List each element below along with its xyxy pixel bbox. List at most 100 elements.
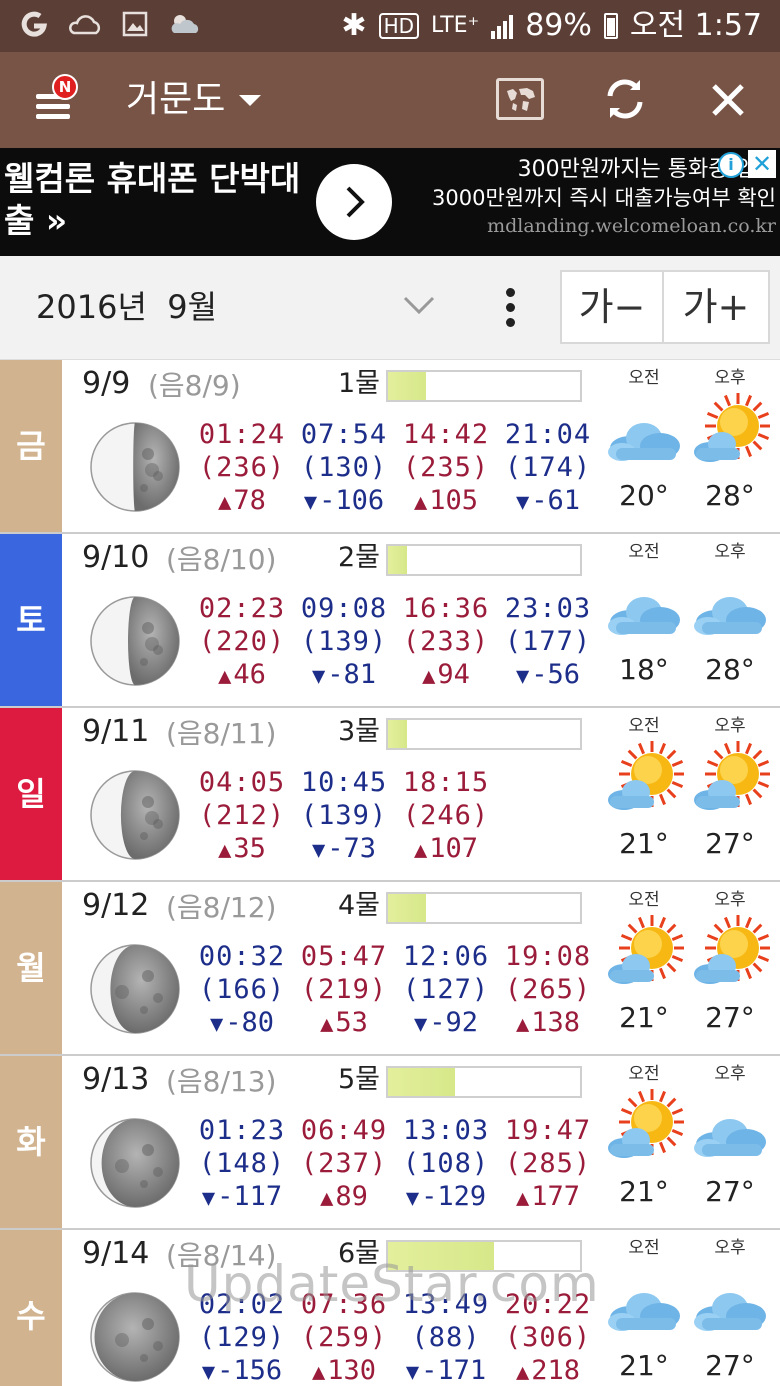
tide-difference: ▼-61: [498, 484, 598, 519]
pm-temperature: 27°: [705, 1175, 755, 1208]
font-decrease-button[interactable]: 가−: [560, 270, 664, 344]
high-tide: 04:05 (212) ▲35: [192, 766, 292, 867]
day-row[interactable]: 월 9/12 (음8/12) 4물 00:32 (166) ▼-80 05:47 (219) ▲5…: [0, 882, 780, 1056]
battery-percent: 89%: [525, 8, 592, 43]
day-of-week: 월: [0, 882, 62, 1054]
solar-date: 9/9: [82, 366, 131, 401]
tide-strength-fill: [388, 894, 427, 922]
refresh-button[interactable]: [600, 74, 650, 124]
low-tide: 09:08 (139) ▼-81: [294, 592, 394, 693]
pm-label: 오후: [714, 1238, 746, 1258]
tide-difference: ▼-80: [192, 1006, 292, 1041]
triangle-down-icon: ▼: [201, 1186, 216, 1211]
triangle-up-icon: ▲: [515, 1186, 530, 1211]
tide-difference: ▲177: [498, 1180, 598, 1215]
lunar-date: (음8/9): [148, 369, 241, 402]
tide-height: (237): [300, 1148, 388, 1179]
cloudy-icon: [688, 566, 770, 648]
tide-strength-bar: [386, 1240, 582, 1272]
low-tide: 13:03 (108) ▼-129: [396, 1114, 496, 1215]
moon-phase-icon: [88, 594, 182, 688]
high-tide: 19:08 (265) ▲138: [498, 940, 598, 1041]
lunar-date: (음8/10): [166, 543, 277, 576]
location-dropdown[interactable]: 거문도: [126, 78, 262, 122]
more-options-button[interactable]: [498, 286, 524, 330]
tide-height: (88): [411, 1322, 481, 1353]
menu-button[interactable]: N: [30, 74, 80, 126]
tide-difference-value: -156: [217, 1355, 283, 1386]
tide-difference-value: -129: [421, 1181, 487, 1212]
tide-difference-value: 35: [233, 833, 266, 864]
month-label[interactable]: 2016년 9월: [36, 286, 217, 328]
pm-label: 오후: [714, 542, 746, 562]
moon-phase-icon: [88, 768, 182, 862]
tide-difference-value: -106: [319, 485, 385, 516]
font-increase-button[interactable]: 가+: [662, 270, 770, 344]
tide-height: (127): [402, 974, 490, 1005]
notification-icons: [20, 10, 202, 45]
system-status: ✱ HD LTE⁺ 89% 오전 1:57: [341, 6, 762, 46]
map-button[interactable]: [496, 78, 544, 120]
tide-difference-value: 138: [531, 1007, 581, 1038]
ad-info-icon[interactable]: i: [718, 152, 744, 178]
close-button[interactable]: [706, 78, 750, 122]
tide-height: (246): [402, 800, 490, 831]
tide-difference-value: 105: [429, 485, 479, 516]
tide-phase-label: 3물: [338, 716, 381, 747]
tide-strength-bar: [386, 370, 582, 402]
triangle-down-icon: ▼: [515, 490, 530, 515]
low-tide: 21:04 (174) ▼-61: [498, 418, 598, 519]
tide-difference-value: -56: [531, 659, 581, 690]
ad-banner[interactable]: 웰컴론 휴대폰 단박대출 » 300만원까지는 통화중 입금 3000만원까지 …: [0, 148, 780, 256]
pm-label: 오후: [714, 1064, 746, 1084]
tide-difference: ▼-117: [192, 1180, 292, 1215]
triangle-up-icon: ▲: [413, 490, 428, 515]
triangle-up-icon: ▲: [218, 838, 232, 863]
close-icon: [712, 84, 744, 116]
tide-difference: ▼-56: [498, 658, 598, 693]
tide-strength-bar: [386, 1066, 582, 1098]
tide-phase-label: 2물: [338, 542, 381, 573]
day-row[interactable]: 화 9/13 (음8/13) 5물 01:23 (148) ▼-117 06:49 (237) ▲…: [0, 1056, 780, 1230]
solar-date: 9/12: [82, 888, 150, 923]
pm-temperature: 27°: [705, 827, 755, 860]
tide-time: 18:15: [402, 767, 490, 798]
triangle-down-icon: ▼: [311, 838, 326, 863]
day-row[interactable]: 일 9/11 (음8/11) 3물 04:05 (212) ▲35 10:45 (139) ▼-7…: [0, 708, 780, 882]
day-row[interactable]: 수 9/14 (음8/14) 6물 02:02 (129) ▼-156 07:36 (259) ▲…: [0, 1230, 780, 1386]
lte-icon: LTE⁺: [431, 13, 480, 38]
triangle-down-icon: ▼: [405, 1360, 420, 1385]
ad-close-icon[interactable]: ✕: [748, 150, 776, 178]
high-tide: 18:15 (246) ▲107: [396, 766, 496, 867]
tide-time: 02:23: [198, 593, 286, 624]
high-tide: 01:24 (236) ▲78: [192, 418, 292, 519]
tide-strength-bar: [386, 892, 582, 924]
chevron-down-icon[interactable]: [402, 294, 436, 316]
solar-date: 9/13: [82, 1062, 150, 1097]
solar-date: 9/11: [82, 714, 150, 749]
day-row[interactable]: 토 9/10 (음8/10) 2물 02:23 (220) ▲46 09:08 (139) ▼-8…: [0, 534, 780, 708]
low-tide: 13:49 (88) ▼-171: [396, 1288, 496, 1386]
low-tide: 01:23 (148) ▼-117: [192, 1114, 292, 1215]
tide-time: 21:04: [504, 419, 592, 450]
world-map-icon: [507, 88, 535, 111]
tide-height: (236): [198, 452, 286, 483]
tide-height: (108): [402, 1148, 490, 1179]
am-label: 오전: [628, 368, 660, 388]
cloudy-icon: [688, 1088, 770, 1170]
tide-time: 07:54: [300, 419, 388, 450]
tide-difference-value: -92: [429, 1007, 479, 1038]
day-row[interactable]: 금 9/9 (음8/9) 1물 01:24 (236) ▲78 07:54 (130) ▼-106…: [0, 360, 780, 534]
low-tide: 00:32 (166) ▼-80: [192, 940, 292, 1041]
tide-difference-value: 53: [335, 1007, 368, 1038]
tide-phase-label: 1물: [338, 368, 381, 399]
tide-difference-value: 78: [233, 485, 266, 516]
image-icon: [122, 11, 148, 44]
tide-height: (148): [198, 1148, 286, 1179]
ad-arrow-button[interactable]: [316, 164, 392, 240]
tide-height: (265): [504, 974, 592, 1005]
moon-phase-icon: [88, 1116, 182, 1210]
bluetooth-icon: ✱: [341, 8, 367, 43]
am-temperature: 20°: [619, 479, 669, 512]
tide-height: (166): [198, 974, 286, 1005]
